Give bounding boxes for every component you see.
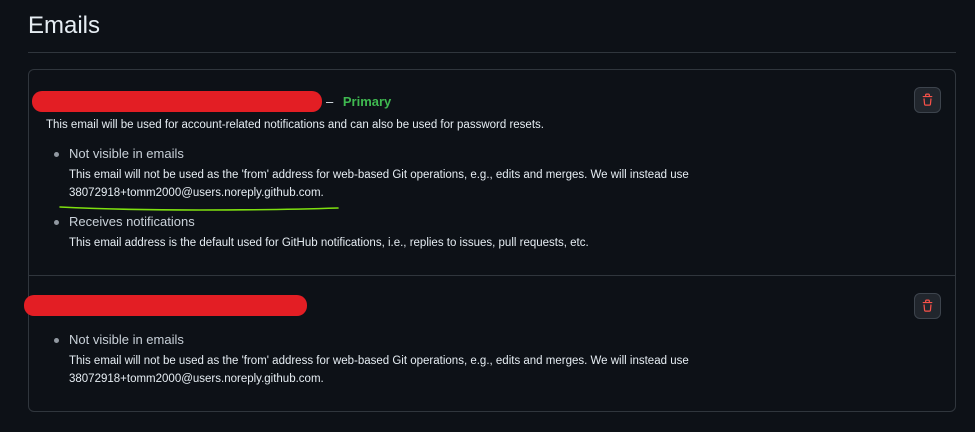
bullet — [54, 220, 59, 225]
title-divider — [28, 52, 956, 53]
trash-icon — [922, 93, 933, 106]
primary-badge: Primary — [342, 94, 392, 109]
property-description: This email will not be used as the 'from… — [69, 355, 689, 385]
delete-email-button[interactable] — [914, 293, 941, 319]
property-description: This email address is the default used f… — [69, 237, 589, 249]
bullet — [54, 338, 59, 343]
email-entry-secondary: Not visible in emails This email will no… — [24, 275, 955, 412]
page-title: Emails — [28, 12, 101, 39]
primary-separator: – — [326, 94, 334, 109]
primary-indicator: – Primary — [326, 94, 391, 110]
property-title: Not visible in emails — [69, 332, 184, 347]
email-usage-note: This email will be used for account-rela… — [46, 119, 544, 131]
trash-icon — [922, 299, 933, 312]
annotation-underline — [59, 206, 339, 211]
delete-email-button[interactable] — [914, 87, 941, 113]
redacted-email-address — [24, 295, 307, 316]
property-title: Receives notifications — [69, 214, 195, 229]
property-title: Not visible in emails — [69, 146, 184, 161]
redacted-email-address — [32, 91, 322, 112]
property-description: This email will not be used as the 'from… — [69, 169, 689, 199]
bullet — [54, 152, 59, 157]
email-entry-primary: – Primary This email will be used for ac… — [29, 70, 955, 275]
email-list: – Primary This email will be used for ac… — [24, 69, 956, 412]
